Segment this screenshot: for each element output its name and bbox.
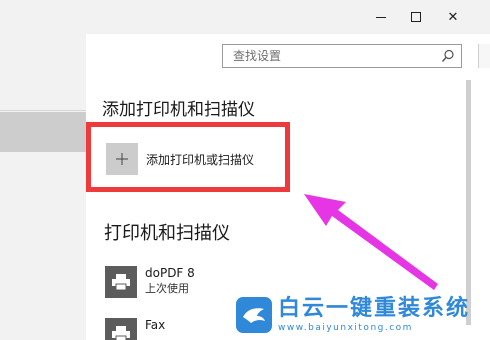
search-box[interactable] xyxy=(222,44,462,68)
close-button[interactable]: ✕ xyxy=(438,0,468,34)
watermark-url: www.baiyunxitong.com xyxy=(278,323,413,333)
nav-item-selected[interactable] xyxy=(0,112,86,152)
search-icon[interactable] xyxy=(441,49,455,63)
watermark-title: 白云一键重装系统 xyxy=(278,296,471,321)
maximize-icon xyxy=(411,12,421,22)
printer-item[interactable]: Fax xyxy=(105,318,165,340)
search-input[interactable] xyxy=(223,46,433,66)
left-navigation-pane xyxy=(0,34,86,340)
minimize-icon xyxy=(376,16,386,18)
printers-heading: 打印机和扫描仪 xyxy=(104,223,230,244)
scrollbar-top-stub xyxy=(478,44,490,68)
watermark: 白云一键重装系统 www.baiyunxitong.com xyxy=(236,296,470,334)
printer-icon xyxy=(105,266,137,298)
printer-item[interactable]: doPDF 8 上次使用 xyxy=(105,266,195,298)
add-printers-heading: 添加打印机和扫描仪 xyxy=(102,100,255,120)
nav-divider xyxy=(0,110,86,111)
title-bar: ✕ xyxy=(0,0,490,34)
minimize-button[interactable] xyxy=(366,0,396,34)
annotation-highlight-box xyxy=(86,122,290,192)
printer-name: doPDF 8 xyxy=(145,266,195,280)
printer-name: Fax xyxy=(145,318,166,332)
printer-icon xyxy=(105,318,137,340)
printer-status: 上次使用 xyxy=(145,282,189,295)
bird-logo-icon xyxy=(236,297,272,333)
scrollbar[interactable] xyxy=(466,80,471,325)
close-icon: ✕ xyxy=(447,9,459,25)
maximize-button[interactable] xyxy=(401,0,431,34)
